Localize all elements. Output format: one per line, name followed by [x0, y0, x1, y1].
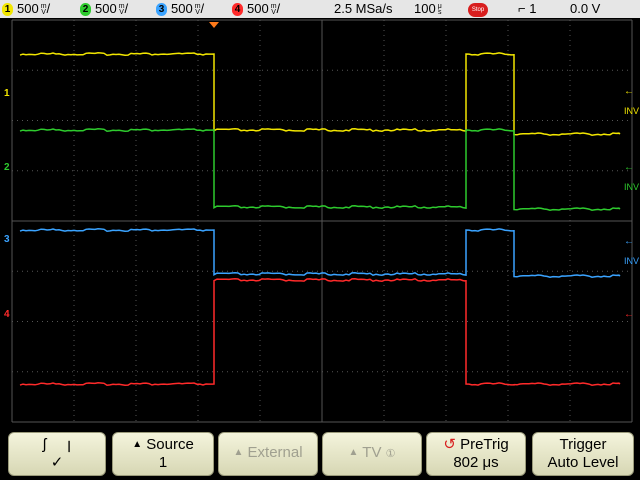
channel-4-scale[interactable]: 4 500 m V/	[232, 1, 280, 17]
triangle-up-icon: ▲	[233, 447, 244, 459]
channel-4-scale-value: 500	[247, 1, 269, 16]
pretrig-softkey[interactable]: ↺ PreTrig 802 μs	[426, 432, 526, 476]
channel-1-waveform	[19, 52, 621, 136]
trigger-value: Auto Level	[547, 454, 619, 471]
rotate-knob-icon: ↺	[443, 436, 456, 453]
channel-3-waveform	[19, 228, 621, 278]
channel-3-ground-marker[interactable]: 3	[4, 234, 10, 245]
channel-2-scale[interactable]: 2 500 m V/	[80, 1, 128, 17]
rising-edge-icon: ʃ	[42, 436, 47, 453]
waveform-display[interactable]	[0, 18, 640, 428]
trigger-label: Trigger	[559, 436, 607, 453]
triangle-up-icon: ▲	[132, 439, 143, 451]
channel-1-threshold-arrow-icon[interactable]: ←	[624, 86, 634, 97]
pretrig-label: PreTrig	[460, 436, 509, 453]
channel-2-badge: 2	[80, 3, 91, 17]
sample-rate: 2.5 MSa/s	[334, 1, 393, 16]
channel-2-inv-label: INV	[624, 182, 640, 192]
timebase-value: 100	[414, 1, 436, 16]
source-softkey[interactable]: ▲ Source 1	[112, 432, 214, 476]
channel-3-unit: mV	[194, 2, 201, 16]
external-label: External	[247, 444, 303, 461]
source-value: 1	[158, 454, 168, 472]
trigger-source-value: 1	[529, 1, 537, 16]
source-label: Source	[146, 436, 194, 453]
channel-1-ground-marker[interactable]: 1	[4, 88, 10, 99]
channel-4-unit: mV	[270, 2, 277, 16]
channel-1-badge: 1	[2, 3, 13, 17]
tv-label: TV	[362, 444, 382, 461]
channel-2-scale-value: 500	[95, 1, 117, 16]
channel-1-inv-label: INV	[624, 106, 640, 116]
channel-2-threshold-arrow-icon[interactable]: ←	[624, 162, 634, 173]
channel-1-unit: mV	[40, 2, 47, 16]
graticule	[11, 19, 633, 423]
channel-1-scale-value: 500	[17, 1, 39, 16]
trigger-position-marker[interactable]	[209, 22, 219, 28]
trigger-auto-level-softkey[interactable]: Trigger Auto Level	[532, 432, 634, 476]
run-stop-indicator[interactable]: Stop	[468, 1, 488, 17]
slope-softkey[interactable]: ʃ ꞁ ✓	[8, 432, 106, 476]
falling-edge-icon: ꞁ	[67, 436, 72, 453]
timebase-unit: μs	[437, 2, 442, 16]
triangle-up-icon: ▲	[348, 447, 359, 459]
channel-3-inv-label: INV	[624, 256, 640, 266]
channel-4-waveform	[19, 277, 621, 386]
channel-3-scale-value: 500	[171, 1, 193, 16]
channel-4-badge: 4	[232, 3, 243, 17]
status-bar: 1 500 m V/ 2 500 m V/ 3 500 m V/ 4 500 m V/ 2.5 MSa/…	[0, 0, 640, 18]
channel-3-badge: 3	[156, 3, 167, 17]
trigger-level: 0.0 V	[570, 1, 601, 16]
channel-1-scale[interactable]: 1 500 m V/	[2, 1, 50, 17]
channel-2-waveform	[19, 128, 621, 211]
timebase[interactable]: 100 μ s	[414, 1, 442, 17]
channel-2-unit: mV	[118, 2, 125, 16]
external-softkey[interactable]: ▲ External	[218, 432, 318, 476]
trigger-source-indicator[interactable]: ⌐ 1	[518, 1, 536, 17]
slope-check-icon: ✓	[50, 454, 64, 471]
channel-4-threshold-arrow-icon[interactable]: ←	[624, 309, 634, 320]
tv-badge: ①	[385, 448, 396, 460]
tv-softkey[interactable]: ▲ TV ①	[322, 432, 422, 476]
channel-4-ground-marker[interactable]: 4	[4, 309, 10, 320]
channel-3-scale[interactable]: 3 500 m V/	[156, 1, 204, 17]
softkey-bar: ʃ ꞁ ✓ ▲ Source 1 ▲ External ▲ TV ① ↺ Pre…	[0, 428, 640, 480]
channel-2-ground-marker[interactable]: 2	[4, 162, 10, 173]
falling-edge-icon: ⌐	[518, 1, 526, 16]
channel-3-threshold-arrow-icon[interactable]: ←	[624, 236, 634, 247]
pretrig-value: 802 μs	[453, 454, 499, 471]
stop-icon: Stop	[468, 2, 488, 17]
